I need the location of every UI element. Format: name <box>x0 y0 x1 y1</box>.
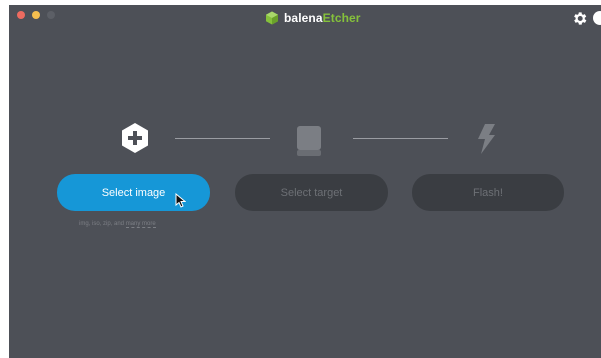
help-icon[interactable] <box>593 11 601 25</box>
brand-name: balena <box>284 11 323 25</box>
mouse-cursor-icon <box>175 193 186 208</box>
app-logo: balena Etcher <box>265 9 361 27</box>
many-more-link[interactable]: many more <box>125 221 156 228</box>
plus-hexagon-icon <box>122 123 148 153</box>
gear-icon[interactable] <box>571 10 588 27</box>
step-connector <box>175 138 270 139</box>
formats-text: img, iso, zip, and <box>79 221 126 227</box>
select-target-button[interactable]: Select target <box>235 174 388 211</box>
step-connector <box>353 138 448 139</box>
brand-name-accent: Etcher <box>322 11 361 25</box>
zoom-window-button[interactable] <box>47 11 55 19</box>
flash-button[interactable]: Flash! <box>412 174 564 211</box>
cube-icon <box>266 11 278 25</box>
drive-icon <box>297 126 321 156</box>
title-bar: balena Etcher <box>9 5 601 31</box>
minimize-window-button[interactable] <box>32 11 40 19</box>
lightning-bolt-icon <box>478 124 495 154</box>
supported-formats-hint: img, iso, zip, and many more <box>79 221 156 228</box>
select-image-button[interactable]: Select image <box>57 174 210 211</box>
etcher-window: balena Etcher Select image Select target … <box>9 5 601 358</box>
close-window-button[interactable] <box>17 11 25 19</box>
